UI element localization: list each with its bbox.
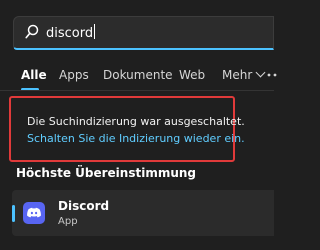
tab-more[interactable]: Mehr [222,67,266,82]
enable-indexing-link[interactable]: Schalten Sie die Indizierung wieder ein. [27,132,245,145]
search-query: discord [46,26,94,41]
search-icon [25,24,39,40]
best-match-heading: Höchste Übereinstimmung [16,166,196,180]
selection-indicator [12,205,15,222]
search-box[interactable]: discord [13,16,274,50]
tab-documents[interactable]: Dokumente [103,68,173,82]
indexing-notice: Die Suchindizierung war ausgeschaltet. S… [9,96,245,162]
tab-apps[interactable]: Apps [59,68,89,82]
search-input[interactable]: discord [46,24,96,43]
app-name: Discord [58,199,110,213]
tab-more-label: Mehr [222,68,253,82]
tabs-divider [0,90,274,91]
discord-icon [23,202,45,224]
tab-web[interactable]: Web [179,68,205,82]
search-filter-tabs: Alle Apps Dokumente Web Mehr [0,66,277,91]
indexing-off-message: Die Suchindizierung war ausgeschaltet. [27,115,245,128]
app-type: App [58,216,78,227]
text-caret [94,24,96,39]
more-options-icon[interactable] [264,66,278,84]
tab-all[interactable]: Alle [21,68,47,82]
best-match-result[interactable]: Discord App [12,190,274,236]
